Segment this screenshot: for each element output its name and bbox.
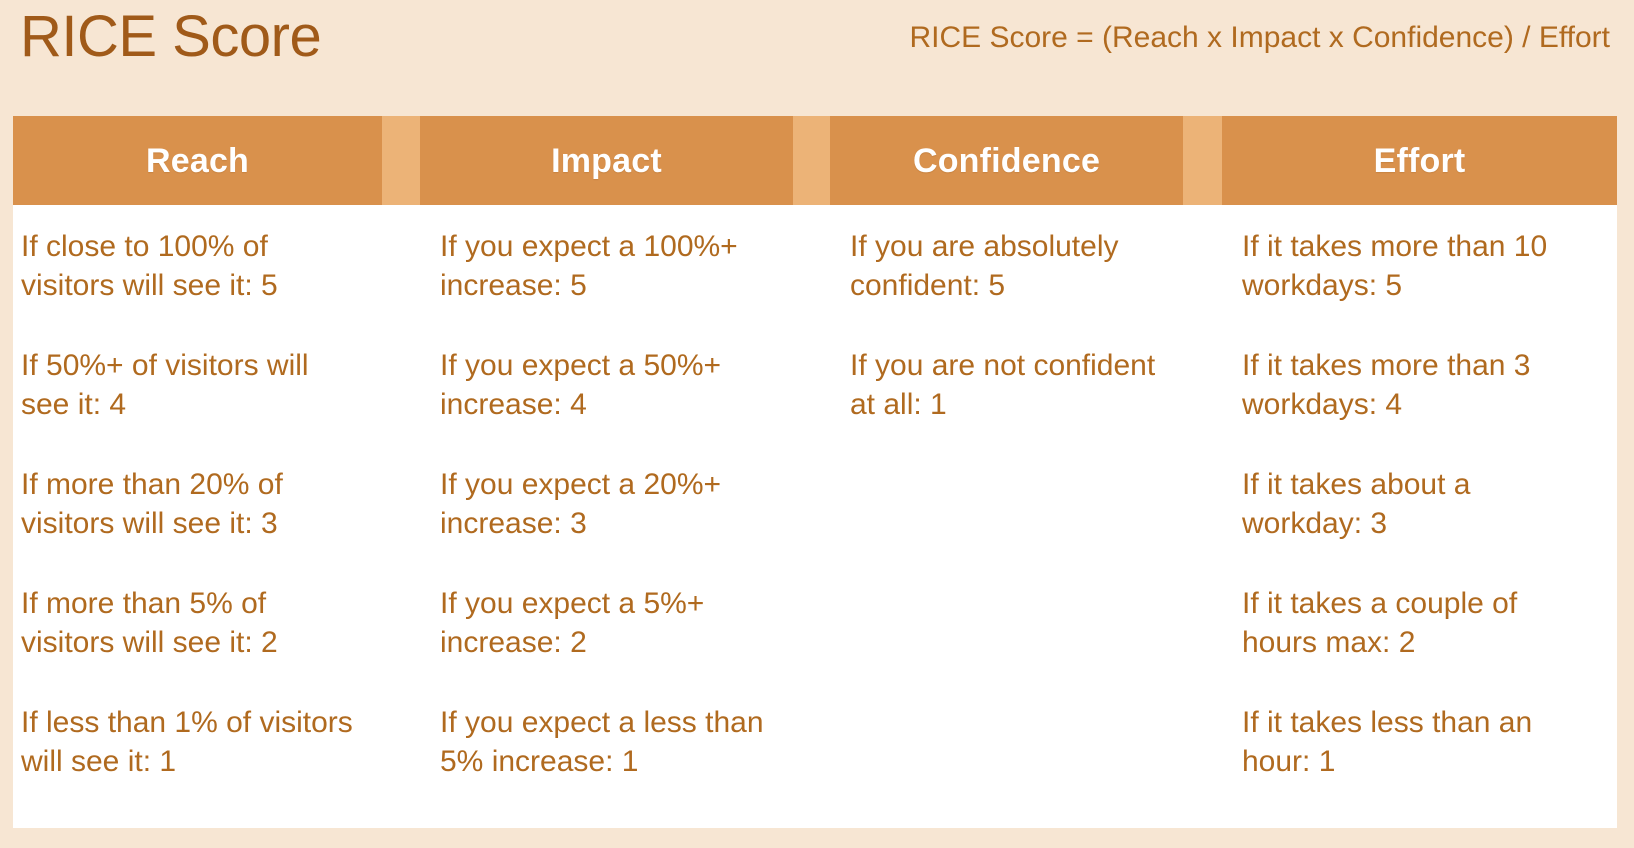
table-header-row: Reach Impact Confidence Effort (13, 116, 1617, 205)
list-item: If it takes about a workday: 3 (1242, 468, 1471, 540)
list-item: If 50%+ of visitors will see it: 4 (21, 349, 309, 421)
list-item: If it takes less than an hour: 1 (1242, 706, 1533, 778)
rice-formula: RICE Score = (Reach x Impact x Confidenc… (909, 21, 1610, 54)
list-item: If it takes more than 10 workdays: 5 (1242, 230, 1548, 302)
page-header: RICE Score RICE Score = (Reach x Impact … (0, 0, 1634, 116)
list-item: If you expect a 5%+ increase: 2 (440, 587, 705, 659)
list-item: If you are absolutely confident: 5 (850, 230, 1119, 302)
header-gap-2 (793, 116, 830, 205)
page-title: RICE Score (20, 4, 322, 69)
list-item: If it takes more than 3 workdays: 4 (1242, 349, 1531, 421)
list-item: If less than 1% of visitors will see it:… (21, 706, 353, 778)
list-item: If you expect a 20%+ increase: 3 (440, 468, 722, 540)
table-body-row: If close to 100% of visitors will see it… (13, 205, 1617, 828)
body-gap-2 (793, 205, 830, 828)
column-header-label: Effort (1373, 141, 1466, 180)
list-item: If more than 5% of visitors will see it:… (21, 587, 278, 659)
body-gap-1 (382, 205, 420, 828)
rice-score-table: Reach Impact Confidence Effort If close … (13, 116, 1617, 828)
list-item: If you expect a 50%+ increase: 4 (440, 349, 722, 421)
column-header-effort[interactable]: Effort (1222, 116, 1617, 205)
column-body-effort: If it takes more than 10 workdays: 5 If … (1222, 205, 1617, 828)
list-item: If you are not confident at all: 1 (850, 349, 1156, 421)
header-gap-3 (1183, 116, 1222, 205)
column-body-impact: If you expect a 100%+ increase: 5 If you… (420, 205, 793, 828)
list-item: If you expect a less than 5% increase: 1 (440, 706, 764, 778)
column-body-reach: If close to 100% of visitors will see it… (13, 205, 382, 828)
column-header-label: Confidence (912, 141, 1101, 180)
rice-score-page: RICE Score RICE Score = (Reach x Impact … (0, 0, 1634, 848)
list-item: If you expect a 100%+ increase: 5 (440, 230, 738, 302)
header-gap-1 (382, 116, 420, 205)
column-header-confidence[interactable]: Confidence (830, 116, 1183, 205)
column-header-reach[interactable]: Reach (13, 116, 382, 205)
column-body-confidence: If you are absolutely confident: 5 If yo… (830, 205, 1183, 828)
list-item: If close to 100% of visitors will see it… (21, 230, 278, 302)
list-item: If it takes a couple of hours max: 2 (1242, 587, 1518, 659)
column-header-label: Impact (551, 141, 662, 180)
list-item: If more than 20% of visitors will see it… (21, 468, 283, 540)
column-header-impact[interactable]: Impact (420, 116, 793, 205)
body-gap-3 (1183, 205, 1222, 828)
column-header-label: Reach (145, 141, 250, 180)
